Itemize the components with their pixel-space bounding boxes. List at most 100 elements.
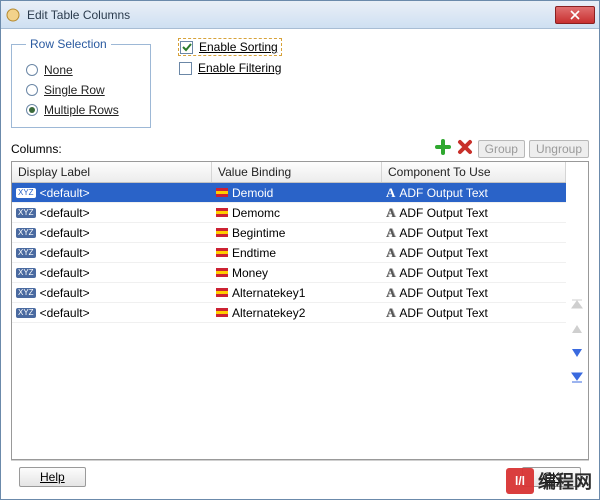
binding-icon (216, 248, 228, 257)
radio-label: None (44, 63, 73, 77)
xyz-badge-icon: XYZ (16, 268, 36, 278)
window-title: Edit Table Columns (27, 8, 555, 22)
display-text: <default> (40, 206, 90, 220)
table-row[interactable]: XYZ<default>Demomc A ADF Output Text (12, 203, 566, 223)
cell-value-binding[interactable]: Money (212, 266, 382, 280)
table-row[interactable]: XYZ<default> Alternatekey1 AADF Output Tex… (12, 283, 566, 303)
component-text: ADF Output Text (399, 306, 487, 320)
cell-value-binding[interactable]: Demomc (212, 206, 382, 220)
close-icon (570, 10, 580, 20)
move-top-button[interactable] (568, 296, 586, 314)
cell-display-label[interactable]: XYZ<default> (12, 266, 212, 280)
reorder-controls (566, 162, 588, 459)
cell-component[interactable]: A ADF Output Text (382, 245, 566, 261)
table-row[interactable]: XYZ <default> Demoid A ADF Output Text (12, 183, 566, 203)
ungroup-button: Ungroup (529, 140, 589, 158)
enable-sorting-label: Enable Sorting (199, 40, 278, 54)
radio-label: Single Row (44, 83, 105, 97)
table-header: Display Label Value Binding Component To… (12, 162, 566, 183)
radio-icon[interactable] (26, 64, 38, 76)
cell-display-label[interactable]: XYZ <default> (12, 186, 212, 200)
top-options-row: Row Selection NoneSingle RowMultiple Row… (11, 37, 589, 128)
cell-display-label[interactable]: XYZ<default> (12, 246, 212, 260)
cell-display-label[interactable]: XYZ<default> (12, 286, 212, 300)
radio-icon[interactable] (26, 84, 38, 96)
table-row[interactable]: XYZ <default> Begintime A ADF Output Text (12, 223, 566, 243)
binding-icon (216, 188, 228, 197)
cell-component[interactable]: A ADF Output Text (382, 225, 566, 241)
cell-display-label[interactable]: XYZ<default> (12, 206, 212, 220)
component-text: ADF Output Text (399, 186, 487, 200)
columns-table[interactable]: Display Label Value Binding Component To… (12, 162, 566, 459)
cell-component[interactable]: A ADF Output Text (382, 305, 566, 321)
display-text: <default> (40, 186, 90, 200)
move-bottom-button[interactable] (568, 368, 586, 386)
move-down-button[interactable] (568, 344, 586, 362)
header-display-label[interactable]: Display Label (12, 162, 212, 182)
cell-component[interactable]: AADF Output Text (382, 285, 566, 301)
enable-filtering-label: Enable Filtering (198, 61, 281, 75)
plus-icon (434, 138, 452, 156)
binding-text: Money (232, 266, 268, 280)
binding-icon (216, 208, 228, 217)
component-a-icon: A (386, 205, 395, 221)
binding-text: Alternatekey1 (232, 286, 305, 300)
cell-value-binding[interactable]: Alternatekey1 (212, 286, 382, 300)
xyz-badge-icon: XYZ (16, 308, 36, 318)
titlebar[interactable]: Edit Table Columns (1, 1, 599, 29)
table-row[interactable]: XYZ <default> Alternatekey2 A ADF Output Tex… (12, 303, 566, 323)
radio-option-0[interactable]: None (26, 63, 136, 77)
radio-option-1[interactable]: Single Row (26, 83, 136, 97)
component-a-icon: A (386, 185, 395, 201)
cell-component[interactable]: AADF Output Text (382, 265, 566, 281)
close-button[interactable] (555, 6, 595, 24)
component-a-icon: A (386, 285, 395, 301)
table-row[interactable]: XYZ<default>Endtime A ADF Output Text (12, 243, 566, 263)
cell-display-label[interactable]: XYZ <default> (12, 306, 212, 320)
header-value-binding[interactable]: Value Binding (212, 162, 382, 182)
app-icon (5, 7, 21, 23)
add-column-button[interactable] (434, 138, 452, 159)
xyz-badge-icon: XYZ (16, 228, 36, 238)
enable-sorting-checkbox[interactable] (180, 41, 193, 54)
component-a-icon: A (386, 245, 395, 261)
checkbox-column: Enable Sorting Enable Filtering (179, 39, 281, 81)
delete-column-button[interactable] (456, 138, 474, 159)
cell-component[interactable]: A ADF Output Text (382, 205, 566, 221)
binding-icon (216, 228, 228, 237)
delete-x-icon (456, 138, 474, 156)
enable-filtering-checkbox[interactable] (179, 62, 192, 75)
binding-text: Alternatekey2 (232, 306, 305, 320)
xyz-badge-icon: XYZ (16, 188, 36, 198)
move-up-button[interactable] (568, 320, 586, 338)
binding-text: Demoid (232, 186, 273, 200)
cell-value-binding[interactable]: Demoid (212, 186, 382, 200)
component-text: ADF Output Text (399, 206, 487, 220)
cell-display-label[interactable]: XYZ <default> (12, 226, 212, 240)
table-row[interactable]: XYZ<default> Money AADF Output Text (12, 263, 566, 283)
cell-value-binding[interactable]: Alternatekey2 (212, 306, 382, 320)
radio-icon[interactable] (26, 104, 38, 116)
component-a-icon: A (386, 305, 395, 321)
header-component[interactable]: Component To Use (382, 162, 566, 182)
cell-value-binding[interactable]: Endtime (212, 246, 382, 260)
radio-label: Multiple Rows (44, 103, 119, 117)
enable-sorting-row[interactable]: Enable Sorting (179, 39, 281, 55)
display-text: <default> (40, 246, 90, 260)
cell-value-binding[interactable]: Begintime (212, 226, 382, 240)
display-text: <default> (40, 226, 90, 240)
component-a-icon: A (386, 225, 395, 241)
table-body: XYZ<default>DemoidAADF Output TextXYZ<de… (12, 183, 566, 459)
help-button[interactable]: Help (19, 467, 86, 487)
enable-filtering-row[interactable]: Enable Filtering (179, 61, 281, 75)
component-text: ADF Output Text (399, 246, 487, 260)
xyz-badge-icon: XYZ (16, 288, 36, 298)
component-a-icon: A (386, 265, 395, 281)
display-text: <default> (40, 306, 90, 320)
component-text: ADF Output Text (399, 226, 487, 240)
dialog-content: Row Selection NoneSingle RowMultiple Row… (1, 29, 599, 499)
columns-toolbar: Columns: Group Ungroup (11, 138, 589, 159)
radio-option-2[interactable]: Multiple Rows (26, 103, 136, 117)
columns-label: Columns: (11, 142, 430, 156)
cell-component[interactable]: A ADF Output Text (382, 185, 566, 201)
